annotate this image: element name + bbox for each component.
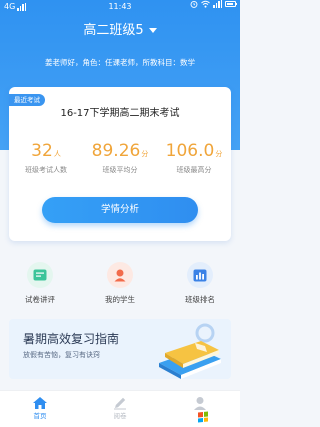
- stat-label: 班级最高分: [176, 166, 212, 174]
- paper-review-icon: [27, 262, 53, 288]
- stat-value: 32: [31, 141, 53, 161]
- pen-icon: [112, 395, 128, 410]
- quick-action-label: 我的学生: [105, 295, 135, 304]
- stat-average: 89.26分 班级平均分: [83, 141, 157, 176]
- recent-exam-card[interactable]: 最近考试 16-17下学期高二期末考试 32人 班级考试人数 89.26分 班级…: [9, 87, 231, 241]
- windows-logo-icon: [198, 411, 208, 423]
- exam-stats: 32人 班级考试人数 89.26分 班级平均分 106.0分 班级最高分: [9, 141, 231, 176]
- status-right: [190, 0, 237, 8]
- stat-label: 班级平均分: [102, 166, 138, 174]
- quick-action-my-students[interactable]: 我的学生: [80, 262, 160, 305]
- student-icon: [107, 262, 133, 288]
- profile-icon: [192, 395, 208, 410]
- books-illustration: [159, 323, 221, 379]
- stat-unit: 人: [53, 150, 61, 158]
- tab-grading[interactable]: 阅卷: [80, 391, 160, 427]
- exam-name: 16-17下学期高二期末考试: [60, 108, 180, 119]
- wifi-icon: [201, 0, 210, 8]
- tab-label: 阅卷: [113, 412, 127, 420]
- class-name: 高二班级5: [83, 23, 144, 38]
- stat-participants: 32人 班级考试人数: [9, 141, 83, 176]
- stat-unit: 分: [215, 150, 223, 158]
- quick-action-class-ranking[interactable]: 班级排名: [160, 262, 240, 305]
- stat-label: 班级考试人数: [25, 166, 67, 174]
- home-icon: [32, 395, 48, 409]
- quick-action-paper-review[interactable]: 试卷讲评: [0, 262, 80, 305]
- chevron-down-icon: [148, 28, 157, 33]
- quick-actions: 试卷讲评 我的学生 班级排名: [0, 262, 240, 305]
- banner-subtitle: 放假有苦恼，复习有诀窍: [23, 351, 100, 359]
- class-selector[interactable]: 高二班级5: [0, 22, 240, 40]
- stat-value: 89.26: [91, 141, 141, 161]
- teacher-info: 姜老师好，角色：任课老师，所教科目：数学: [45, 58, 195, 67]
- battery-icon: [225, 1, 237, 7]
- stat-unit: 分: [141, 150, 149, 158]
- signal-strength-icon: [213, 0, 222, 8]
- tab-label: 首页: [33, 412, 47, 420]
- summer-review-banner[interactable]: 暑期高效复习指南 放假有苦恼，复习有诀窍: [9, 319, 231, 379]
- ranking-icon: [187, 262, 213, 288]
- quick-action-label: 试卷讲评: [25, 295, 55, 304]
- status-bar: 4G 11:43: [0, 0, 240, 14]
- learning-analysis-button[interactable]: 学情分析: [42, 197, 198, 223]
- stat-value: 106.0: [165, 141, 215, 161]
- recent-exam-tag: 最近考试: [9, 94, 45, 106]
- banner-title: 暑期高效复习指南: [23, 332, 120, 346]
- tab-home[interactable]: 首页: [0, 391, 80, 427]
- alarm-icon: [190, 0, 198, 8]
- stat-highest: 106.0分 班级最高分: [157, 141, 231, 176]
- quick-action-label: 班级排名: [185, 295, 215, 304]
